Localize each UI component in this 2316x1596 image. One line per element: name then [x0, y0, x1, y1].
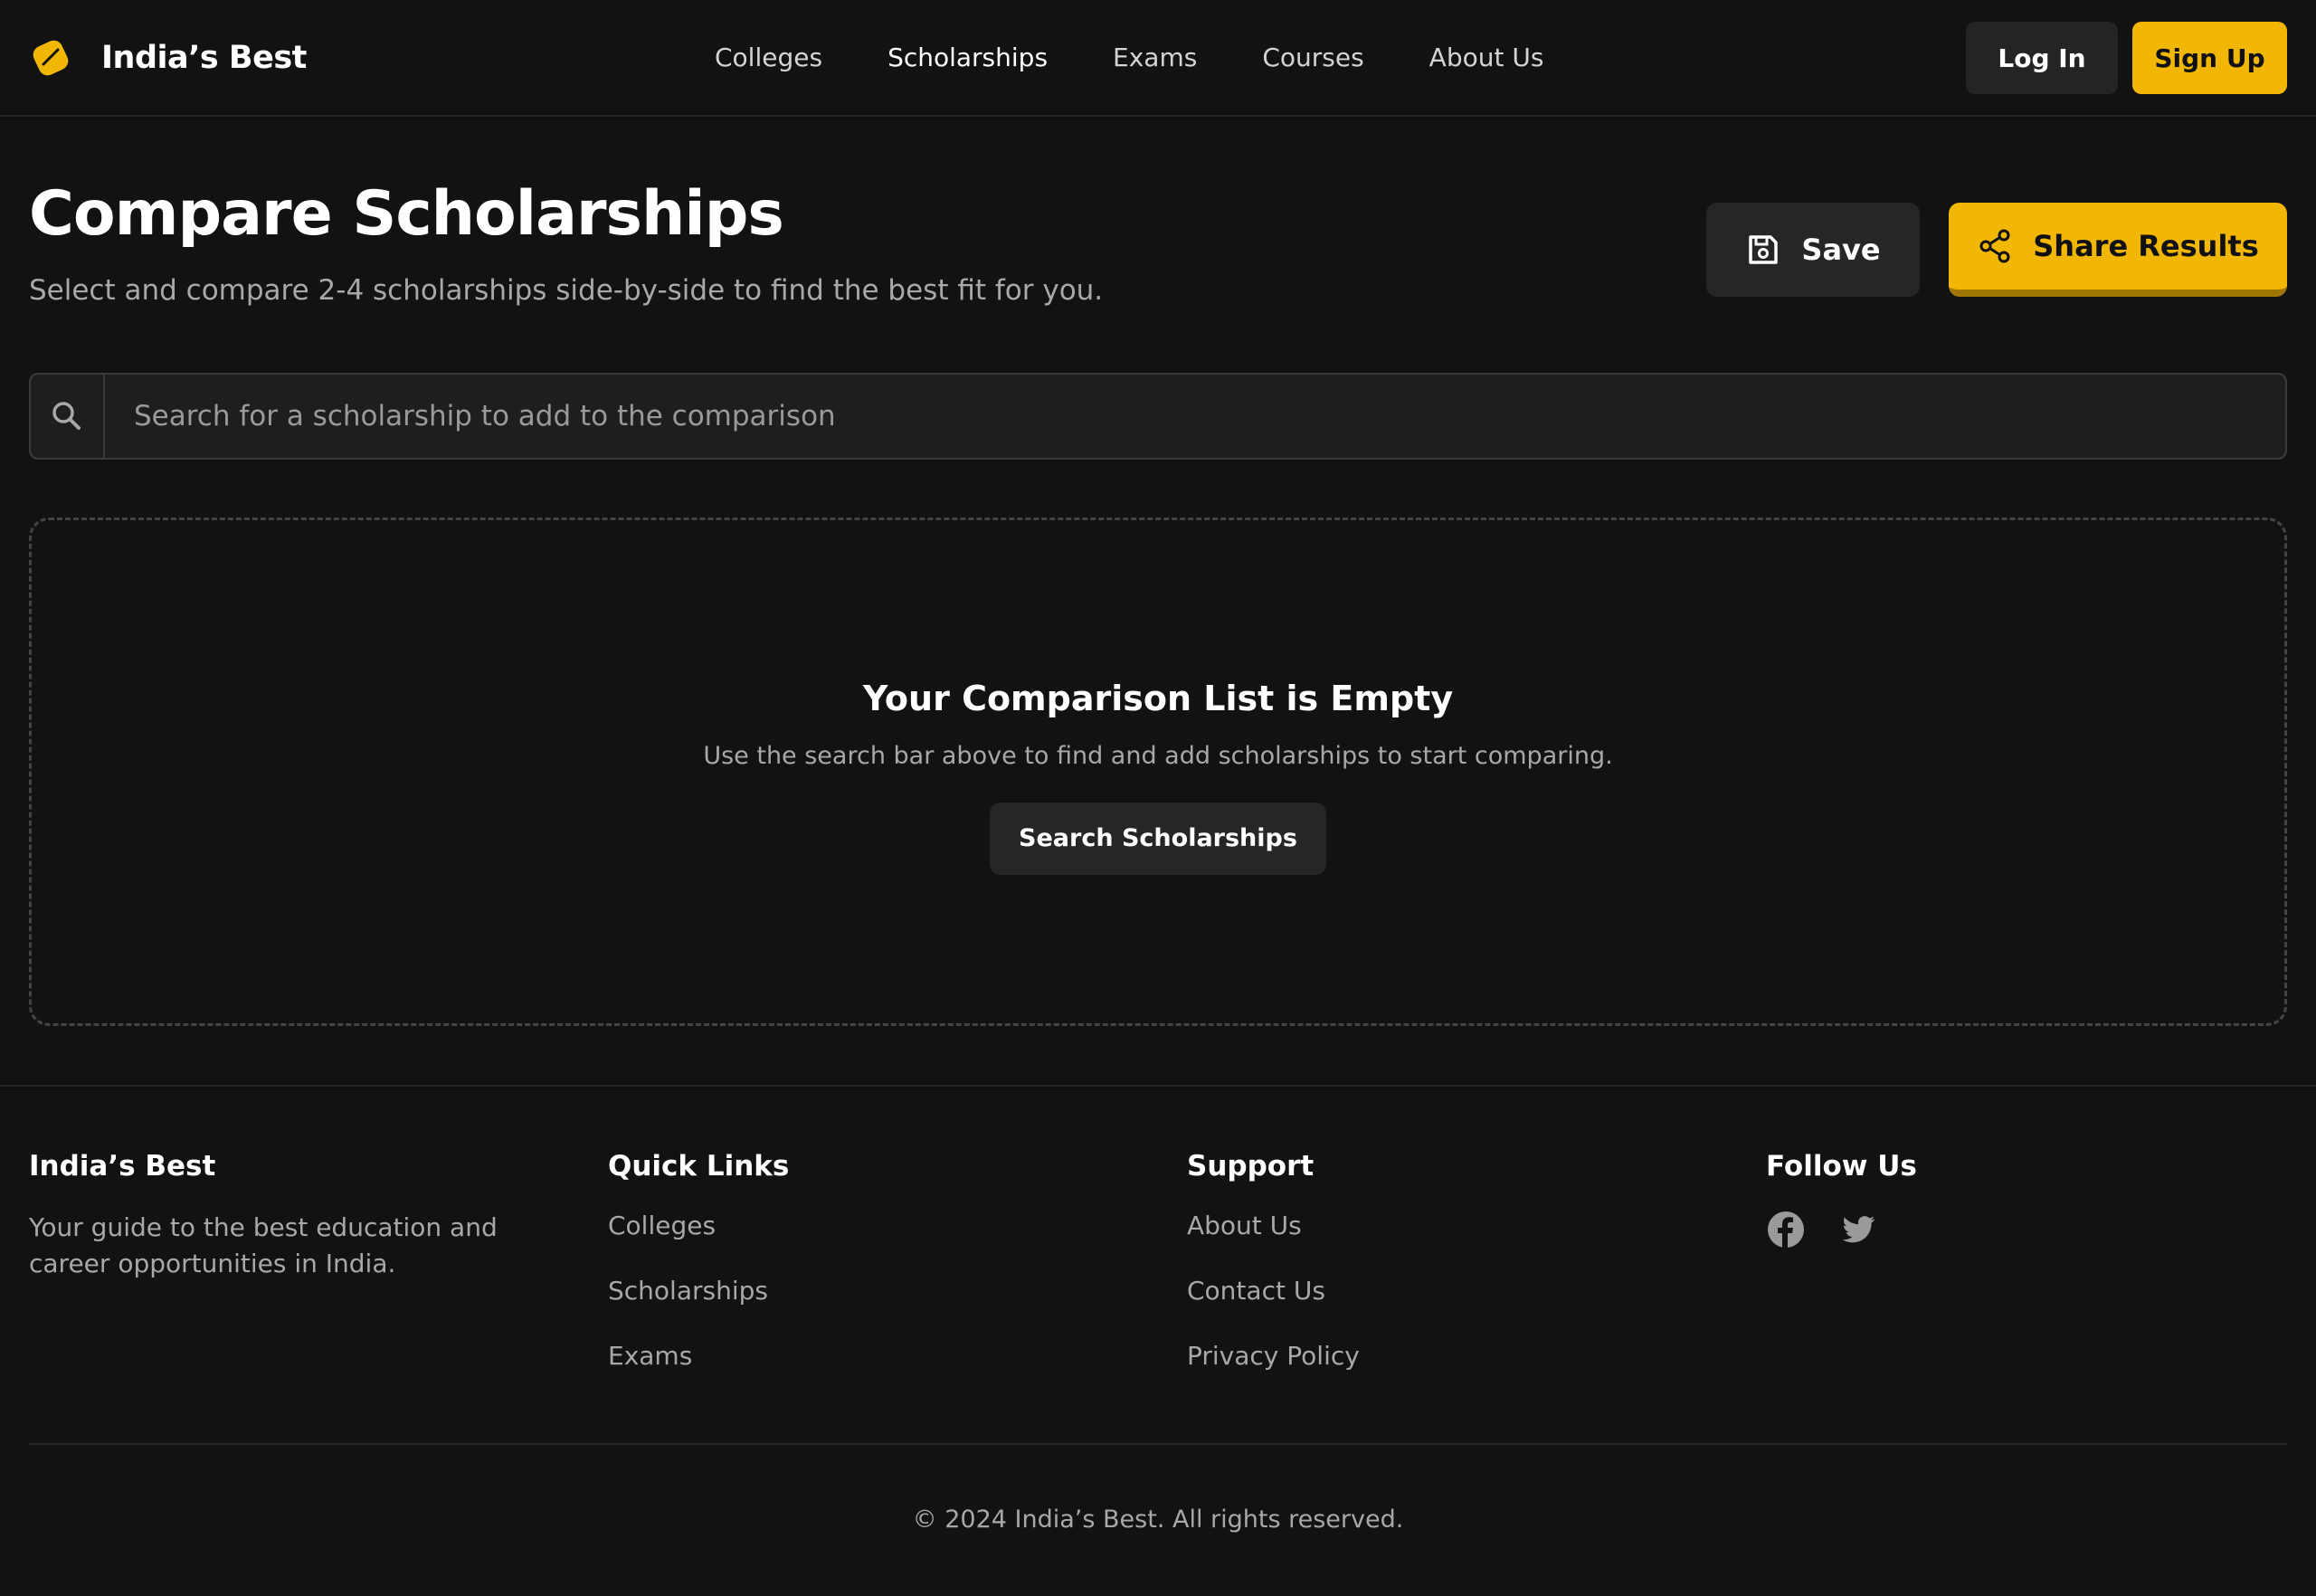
logo-icon — [33, 40, 69, 75]
signup-button[interactable]: Sign Up — [2132, 22, 2287, 94]
search-icon — [52, 402, 81, 430]
footer-support: Support About Us Contact Us Privacy Poli… — [1187, 1150, 1360, 1405]
footer-follow: Follow Us — [1766, 1150, 1917, 1249]
page-subtitle: Select and compare 2-4 scholarships side… — [29, 274, 1104, 307]
share-icon — [1979, 229, 2010, 263]
share-results-button[interactable]: Share Results — [1949, 203, 2287, 297]
quick-links-heading: Quick Links — [608, 1150, 790, 1183]
social-links — [1766, 1210, 1917, 1249]
footer-quick-links: Quick Links Colleges Scholarships Exams — [608, 1150, 789, 1405]
footer-about: India’s Best Your guide to the best educ… — [29, 1150, 536, 1282]
search-scholarships-button[interactable]: Search Scholarships — [990, 802, 1326, 875]
nav-item-scholarships[interactable]: Scholarships — [887, 43, 1048, 72]
page: India’s Best Colleges Scholarships Exams… — [0, 0, 2316, 1596]
footer-link-scholarships[interactable]: Scholarships — [608, 1275, 789, 1307]
auth-actions: Log In Sign Up — [1966, 22, 2287, 94]
footer-brand-text: Your guide to the best education and car… — [29, 1212, 498, 1278]
brand-name: India’s Best — [101, 39, 307, 76]
footer-link-about-us[interactable]: About Us — [1187, 1210, 1360, 1242]
footer-divider — [29, 1443, 2287, 1445]
footer-link-privacy-policy[interactable]: Privacy Policy — [1187, 1340, 1360, 1373]
scholarship-search-bar — [29, 373, 2287, 460]
footer-brand-heading: India’s Best — [29, 1150, 216, 1183]
save-label: Save — [1801, 233, 1881, 267]
save-button[interactable]: Save — [1706, 203, 1920, 297]
empty-state-title: Your Comparison List is Empty — [862, 678, 1454, 718]
footer-link-contact-us[interactable]: Contact Us — [1187, 1275, 1360, 1307]
footer-link-colleges[interactable]: Colleges — [608, 1210, 789, 1242]
login-button[interactable]: Log In — [1966, 22, 2118, 94]
top-nav-bar: India’s Best Colleges Scholarships Exams… — [0, 0, 2316, 117]
save-icon — [1749, 235, 1779, 264]
empty-comparison-state: Your Comparison List is Empty Use the se… — [29, 518, 2287, 1026]
empty-state-description: Use the search bar above to find and add… — [703, 741, 1613, 770]
page-title: Compare Scholarships — [29, 178, 784, 250]
share-label: Share Results — [2033, 229, 2259, 263]
nav-item-courses[interactable]: Courses — [1262, 43, 1363, 72]
search-icon-container — [31, 375, 105, 458]
logo[interactable]: India’s Best — [30, 37, 307, 79]
scholarship-search-input[interactable] — [105, 375, 2285, 458]
footer-link-exams[interactable]: Exams — [608, 1340, 789, 1373]
nav-item-about-us[interactable]: About Us — [1429, 43, 1544, 72]
twitter-icon[interactable] — [1838, 1210, 1878, 1249]
nav-item-exams[interactable]: Exams — [1113, 43, 1197, 72]
footer: India’s Best Your guide to the best educ… — [0, 1085, 2316, 1596]
nav-item-colleges[interactable]: Colleges — [715, 43, 822, 72]
support-heading: Support — [1187, 1150, 1315, 1183]
facebook-icon[interactable] — [1766, 1210, 1806, 1249]
main-nav: Colleges Scholarships Exams Courses Abou… — [715, 0, 1543, 115]
follow-us-heading: Follow Us — [1766, 1150, 1917, 1183]
copyright-text: © 2024 India’s Best. All rights reserved… — [912, 1506, 1404, 1534]
